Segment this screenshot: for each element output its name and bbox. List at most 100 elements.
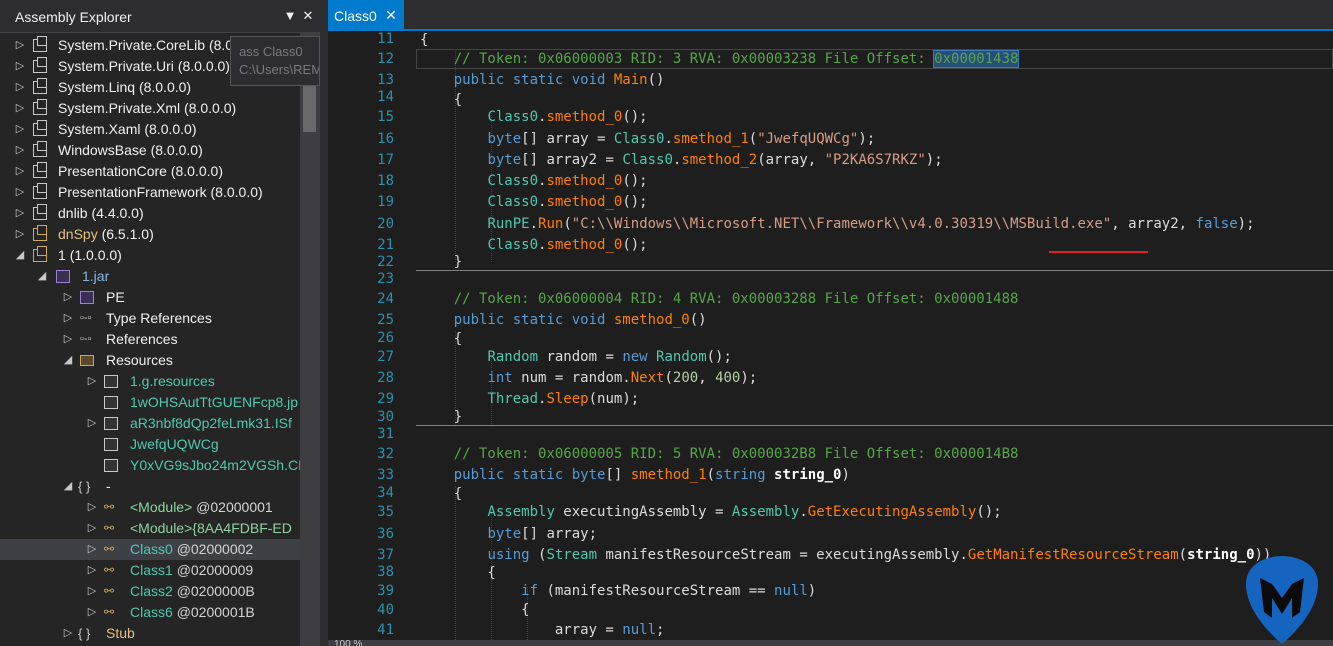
type-name: Class1 bbox=[130, 562, 173, 578]
collapse-icon[interactable]: ◢ bbox=[62, 350, 74, 371]
tree-item-assembly[interactable]: ▷ System.Private.Xml (8.0.0.0) bbox=[0, 98, 300, 119]
expand-icon[interactable]: ▷ bbox=[86, 539, 98, 560]
collapse-icon[interactable]: ◢ bbox=[14, 245, 26, 266]
line-number: 34 bbox=[377, 485, 394, 501]
zoom-level[interactable]: 100 % bbox=[334, 640, 362, 646]
number-literal: 200 bbox=[672, 370, 699, 386]
assembly-name: WindowsBase bbox=[58, 142, 147, 158]
expand-icon[interactable]: ▷ bbox=[14, 161, 26, 182]
tree-item-references[interactable]: ▷ ▫-▫ References bbox=[0, 329, 300, 350]
assembly-icon bbox=[33, 246, 47, 262]
selected-offset: 0x00001438 bbox=[933, 50, 1020, 68]
namespace-name: Stub bbox=[106, 625, 135, 641]
expand-icon[interactable]: ▷ bbox=[86, 371, 98, 392]
assembly-name: dnSpy bbox=[58, 226, 98, 242]
tree-item-assembly[interactable]: ▷ PresentationFramework (8.0.0.0) bbox=[0, 182, 300, 203]
code-line: RunPE.Run("C:\\Windows\\Microsoft.NET\\F… bbox=[487, 216, 1255, 232]
reference-icon: ▫-▫ bbox=[80, 312, 92, 324]
tree-item-type[interactable]: ▷ ⚯ Class6 @0200001B bbox=[0, 602, 300, 623]
tree-item-type[interactable]: ▷ ⚯ <Module> @02000001 bbox=[0, 497, 300, 518]
tree-item-assembly[interactable]: ▷ dnlib (4.4.0.0) bbox=[0, 203, 300, 224]
class-icon: ⚯ bbox=[104, 542, 115, 556]
expand-icon[interactable]: ▷ bbox=[86, 560, 98, 581]
expand-icon[interactable]: ▷ bbox=[14, 203, 26, 224]
expand-icon[interactable]: ▷ bbox=[86, 518, 98, 539]
namespace-icon: { } bbox=[78, 479, 91, 494]
tree-item-resource[interactable]: Y0xVG9sJbo24m2VGSh.CE bbox=[0, 455, 307, 476]
assembly-icon bbox=[33, 225, 47, 241]
line-number: 41 bbox=[377, 622, 394, 638]
code-line: Class0.smethod_0(); bbox=[487, 194, 648, 210]
line-number: 23 bbox=[377, 271, 394, 287]
type-name: Class6 bbox=[130, 604, 173, 620]
code-line: { bbox=[420, 602, 530, 618]
string-literal: "JwefqUQWCg" bbox=[757, 131, 859, 147]
code-line: Random random = new Random(); bbox=[487, 349, 732, 365]
tree-item-assembly[interactable]: ▷ dnSpy (6.5.1.0) bbox=[0, 224, 300, 245]
code-view[interactable]: 11 12 13 14 15 16 17 18 19 20 21 22 23 2… bbox=[328, 31, 1333, 640]
red-underline-annotation bbox=[1049, 251, 1148, 253]
assembly-version: (8.0.0.0) bbox=[144, 121, 197, 137]
expand-icon[interactable]: ▷ bbox=[14, 140, 26, 161]
panel-close-icon[interactable]: ✕ bbox=[299, 6, 317, 26]
close-icon[interactable]: ✕ bbox=[383, 5, 399, 25]
assembly-version: (8.0.0.0) bbox=[177, 58, 230, 74]
expand-icon[interactable]: ▷ bbox=[14, 182, 26, 203]
panel-dropdown-icon[interactable]: ▼ bbox=[281, 6, 299, 26]
tree-item-assembly[interactable]: ◢ 1 (1.0.0.0) bbox=[0, 245, 300, 266]
tree-item-resources[interactable]: ◢ Resources bbox=[0, 350, 300, 371]
tab-label: Class0 bbox=[334, 8, 377, 24]
tab-class0[interactable]: Class0 ✕ bbox=[328, 0, 404, 31]
tooltip-line: C:\Users\REM\1.jar bbox=[239, 62, 319, 77]
expand-icon[interactable]: ▷ bbox=[14, 224, 26, 245]
tree-item-assembly[interactable]: ▷ PresentationCore (8.0.0.0) bbox=[0, 161, 300, 182]
expand-icon[interactable]: ▷ bbox=[86, 602, 98, 623]
expand-icon[interactable]: ▷ bbox=[14, 35, 26, 56]
resource-name: Y0xVG9sJbo24m2VGSh.CE bbox=[130, 457, 308, 473]
tree-label: Resources bbox=[106, 352, 173, 368]
expand-icon[interactable]: ▷ bbox=[14, 119, 26, 140]
line-number: 18 bbox=[377, 173, 394, 189]
module-name: 1.jar bbox=[82, 268, 110, 284]
assembly-icon bbox=[33, 204, 47, 220]
tree-item-resource[interactable]: ▷ aR3nbf8dQp2feLmk31.ISf bbox=[0, 413, 300, 434]
tree-item-type[interactable]: ▷ ⚯ <Module>{8AA4FDBF-ED bbox=[0, 518, 300, 539]
assembly-name: dnlib bbox=[58, 205, 88, 221]
comment: // Token: 0x06000005 RID: 5 RVA: 0x00003… bbox=[453, 446, 1019, 462]
expand-icon[interactable]: ▷ bbox=[86, 581, 98, 602]
tree-item-assembly[interactable]: ▷ System.Xaml (8.0.0.0) bbox=[0, 119, 300, 140]
tree-item-resource[interactable]: 1wOHSAutTtGUENFcp8.jp bbox=[0, 392, 300, 413]
tree-item-type-selected[interactable]: ▷ ⚯ Class0 @02000002 bbox=[0, 539, 300, 560]
tree-item-pe[interactable]: ▷ PE bbox=[0, 287, 300, 308]
expand-icon[interactable]: ▷ bbox=[62, 308, 74, 329]
tree-item-type-references[interactable]: ▷ ▫-▫ Type References bbox=[0, 308, 300, 329]
tree-item-resource[interactable]: JwefqUQWCg bbox=[0, 434, 300, 455]
expand-icon[interactable]: ▷ bbox=[86, 497, 98, 518]
tree-item-type[interactable]: ▷ ⚯ Class2 @0200000B bbox=[0, 581, 300, 602]
expand-icon[interactable]: ▷ bbox=[86, 413, 98, 434]
tree-item-assembly[interactable]: ▷ WindowsBase (8.0.0.0) bbox=[0, 140, 300, 161]
tree-item-namespace[interactable]: ▷ { } Stub bbox=[0, 623, 300, 644]
type-name: Class2 bbox=[130, 583, 173, 599]
assembly-explorer-panel: Assembly Explorer ▼ ✕ ▷ System.Private.C… bbox=[0, 0, 320, 646]
tree-item-resource[interactable]: ▷ 1.g.resources bbox=[0, 371, 300, 392]
collapse-icon[interactable]: ◢ bbox=[36, 266, 48, 287]
class-icon: ⚯ bbox=[104, 500, 115, 514]
tooltip: ass Class0 C:\Users\REM\1.jar bbox=[230, 36, 320, 86]
code-line: public static void smethod_0() bbox=[453, 312, 707, 328]
tree-item-namespace[interactable]: ◢ { } - bbox=[0, 476, 300, 497]
expand-icon[interactable]: ▷ bbox=[62, 623, 74, 644]
panel-splitter[interactable] bbox=[320, 0, 328, 646]
code-line: using (Stream manifestResourceStream = e… bbox=[487, 547, 1272, 563]
tree-item-module[interactable]: ◢ 1.jar bbox=[0, 266, 300, 287]
resource-name: 1.g.resources bbox=[130, 373, 215, 389]
tree-label: References bbox=[106, 331, 178, 347]
collapse-icon[interactable]: ◢ bbox=[62, 476, 74, 497]
expand-icon[interactable]: ▷ bbox=[62, 329, 74, 350]
expand-icon[interactable]: ▷ bbox=[14, 98, 26, 119]
expand-icon[interactable]: ▷ bbox=[62, 287, 74, 308]
tree-item-type[interactable]: ▷ ⚯ Class1 @02000009 bbox=[0, 560, 300, 581]
code-line: byte[] array2 = Class0.smethod_2(array, … bbox=[487, 152, 943, 168]
expand-icon[interactable]: ▷ bbox=[14, 56, 26, 77]
expand-icon[interactable]: ▷ bbox=[14, 77, 26, 98]
